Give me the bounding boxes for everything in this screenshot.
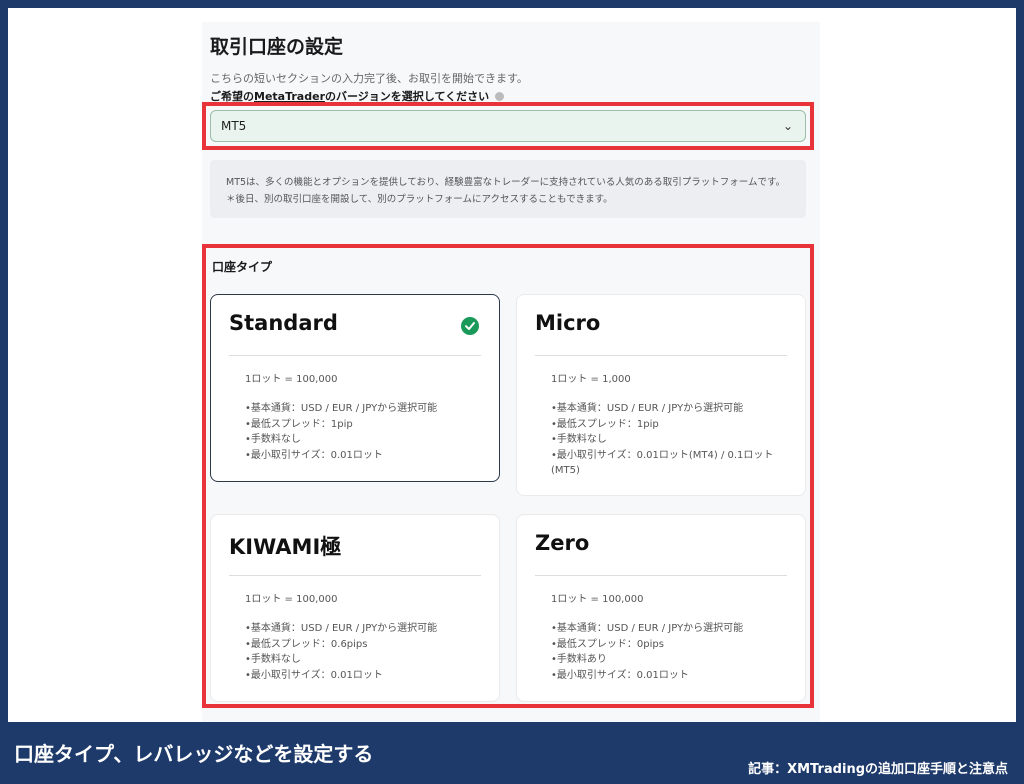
feature-item: •最低スプレッド：1pip — [245, 418, 353, 430]
account-type-title: 口座タイプ — [212, 260, 273, 274]
check-circle-icon — [461, 317, 479, 335]
footer-caption: 口座タイプ、レバレッジなどを設定する — [14, 742, 374, 766]
platform-select[interactable]: MT5 ⌄ — [210, 110, 806, 142]
feature-item: •最低スプレッド：0pips — [551, 638, 664, 650]
caption-footer: 口座タイプ、レバレッジなどを設定する 記事：XMTradingの追加口座手順と注… — [0, 722, 1024, 784]
account-card-standard[interactable]: Standard 1ロット = 100,000 •基本通貨：USD / EUR … — [210, 294, 500, 482]
feature-item: •最低スプレッド：1pip — [551, 418, 659, 430]
account-card-lot: 1ロット = 100,000 — [551, 594, 644, 605]
account-card-micro[interactable]: Micro 1ロット = 1,000 •基本通貨：USD / EUR / JPY… — [516, 294, 806, 496]
footer-article-title: 記事：XMTradingの追加口座手順と注意点 — [748, 762, 1008, 777]
feature-item: •手数料なし — [245, 654, 301, 665]
feature-item: •最小取引サイズ：0.01ロット — [245, 669, 383, 681]
feature-item: •手数料なし — [245, 434, 301, 445]
feature-item: •基本通貨：USD / EUR / JPYから選択可能 — [551, 403, 744, 414]
feature-item: •手数料あり — [551, 654, 607, 665]
account-card-features: •基本通貨：USD / EUR / JPYから選択可能 •最低スプレッド：1pi… — [245, 401, 485, 463]
account-card-name: KIWAMI極 — [229, 535, 342, 559]
feature-item: •基本通貨：USD / EUR / JPYから選択可能 — [245, 623, 438, 634]
account-card-features: •基本通貨：USD / EUR / JPYから選択可能 •最低スプレッド：0pi… — [551, 621, 791, 683]
account-card-name: Micro — [535, 311, 601, 335]
feature-item: •最小取引サイズ：0.01ロット — [551, 669, 689, 681]
account-card-features: •基本通貨：USD / EUR / JPYから選択可能 •最低スプレッド：1pi… — [551, 401, 791, 479]
account-card-name: Zero — [535, 531, 590, 555]
card-divider — [229, 355, 481, 356]
account-card-kiwami[interactable]: KIWAMI極 1ロット = 100,000 •基本通貨：USD / EUR /… — [210, 514, 500, 702]
card-divider — [535, 355, 787, 356]
info-icon[interactable] — [495, 91, 505, 101]
card-divider — [229, 575, 481, 576]
feature-item: •最低スプレッド：0.6pips — [245, 638, 368, 650]
page-subtitle: こちらの短いセクションの入力完了後、お取引を開始できます。 — [210, 72, 528, 85]
account-card-lot: 1ロット = 100,000 — [245, 374, 338, 385]
platform-select-value: MT5 — [221, 119, 247, 133]
account-card-lot: 1ロット = 1,000 — [551, 374, 631, 385]
feature-item: •基本通貨：USD / EUR / JPYから選択可能 — [245, 403, 438, 414]
feature-item: •最小取引サイズ：0.01ロット — [245, 449, 383, 461]
feature-item: •最小取引サイズ：0.01ロット(MT4) / 0.1ロット (MT5) — [551, 449, 774, 477]
account-card-features: •基本通貨：USD / EUR / JPYから選択可能 •最低スプレッド：0.6… — [245, 621, 485, 683]
account-card-zero[interactable]: Zero 1ロット = 100,000 •基本通貨：USD / EUR / JP… — [516, 514, 806, 702]
card-divider — [535, 575, 787, 576]
account-card-name: Standard — [229, 311, 338, 335]
feature-item: •基本通貨：USD / EUR / JPYから選択可能 — [551, 623, 744, 634]
platform-note: MT5は、多くの機能とオプションを提供しており、経験豊富なトレーダーに支持されて… — [210, 160, 806, 218]
account-card-lot: 1ロット = 100,000 — [245, 594, 338, 605]
chevron-down-icon: ⌄ — [782, 119, 793, 133]
feature-item: •手数料なし — [551, 434, 607, 445]
page-title: 取引口座の設定 — [210, 36, 344, 58]
